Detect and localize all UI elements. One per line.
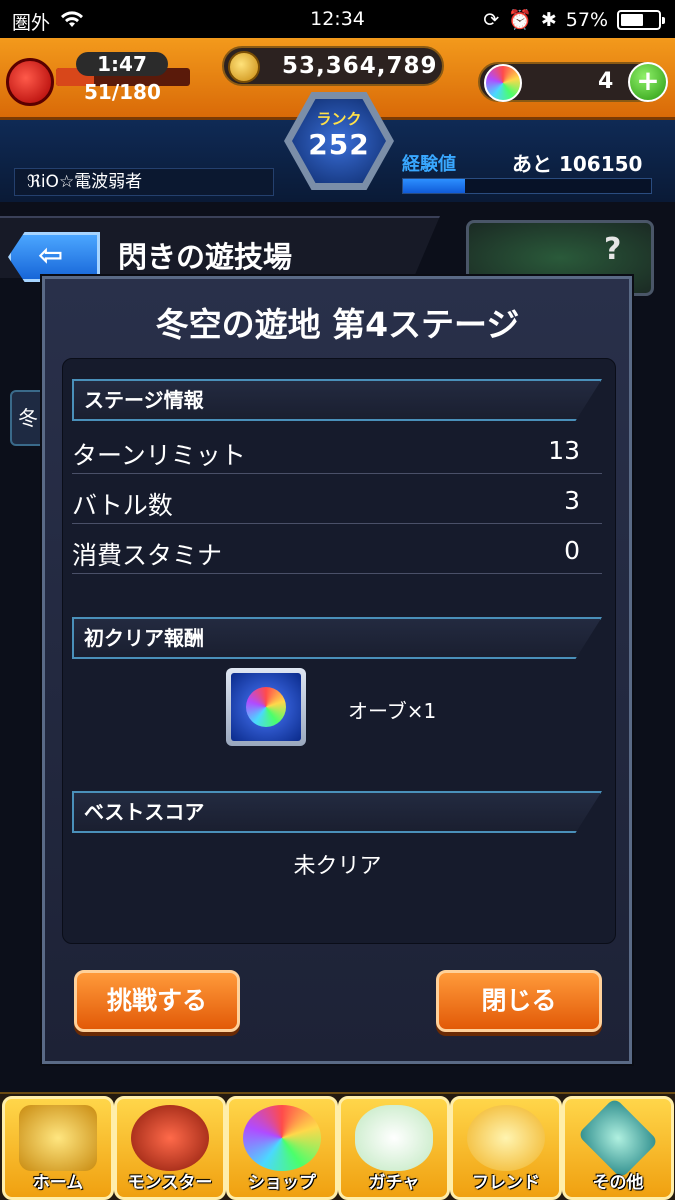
nav-label: ショップ	[248, 1173, 316, 1193]
info-row-turn-limit: ターンリミット 13	[72, 426, 602, 474]
gold-counter: 53,364,789	[222, 46, 444, 86]
nav-label: ホーム	[32, 1173, 84, 1193]
exp-bar	[402, 178, 652, 194]
section-title: 閃きの遊技場	[118, 240, 293, 274]
nav-monster[interactable]: モンスター	[114, 1096, 226, 1200]
shop-orb-icon	[243, 1105, 321, 1171]
battery-percent: 57%	[565, 8, 608, 31]
info-row-value: 13	[548, 436, 580, 465]
info-row-battles: バトル数 3	[72, 476, 602, 524]
info-row-label: 消費スタミナ	[72, 541, 223, 570]
gold-value: 53,364,789	[282, 53, 438, 79]
info-row-label: ターンリミット	[72, 441, 246, 470]
info-row-label: バトル数	[72, 491, 173, 520]
home-icon	[19, 1105, 97, 1171]
stage-info-header: ステージ情報	[72, 379, 602, 421]
nav-other[interactable]: その他	[562, 1096, 674, 1200]
bluetooth-icon: ✱	[540, 8, 557, 31]
orb-value: 4	[598, 69, 614, 94]
gacha-egg-icon	[355, 1105, 433, 1171]
rank-value: 252	[308, 128, 370, 161]
nav-label: モンスター	[127, 1173, 213, 1193]
rotation-lock-icon: ⟳	[483, 8, 500, 31]
nav-friend[interactable]: フレンド	[450, 1096, 562, 1200]
friend-icon	[467, 1105, 545, 1171]
best-score-value: 未クリア	[293, 854, 382, 879]
stamina-icon	[6, 58, 54, 106]
nav-label: ガチャ	[368, 1173, 420, 1193]
nav-label: その他	[592, 1173, 644, 1193]
back-arrow-icon: ⇦	[38, 238, 64, 273]
close-button[interactable]: 閉じる	[436, 970, 602, 1032]
nav-gacha[interactable]: ガチャ	[338, 1096, 450, 1200]
nav-home[interactable]: ホーム	[2, 1096, 114, 1200]
info-row-value: 0	[564, 536, 580, 565]
reward-text: オーブ×1	[348, 699, 437, 723]
nav-label: フレンド	[472, 1173, 540, 1193]
rank-label: ランク	[316, 110, 362, 128]
exp-remaining: あと 106150	[512, 152, 643, 176]
exp-fill	[403, 179, 465, 193]
orb-icon	[484, 64, 522, 102]
question-mark-icon: ?	[604, 232, 622, 267]
first-clear-reward-header: 初クリア報酬	[72, 617, 602, 659]
challenge-button[interactable]: 挑戦する	[74, 970, 240, 1032]
username: ℜiO☆電波弱者	[14, 168, 274, 196]
info-row-value: 3	[564, 486, 580, 515]
dialog-title: 冬空の遊地 第4ステージ	[155, 305, 520, 344]
side-tab[interactable]: 冬	[10, 390, 46, 446]
nav-shop[interactable]: ショップ	[226, 1096, 338, 1200]
exp-label: 経験値	[402, 154, 456, 175]
info-row-stamina-cost: 消費スタミナ 0	[72, 526, 602, 574]
rank-badge: ランク 252	[284, 92, 394, 190]
stamina-timer: 1:47	[76, 52, 168, 76]
monster-icon	[131, 1105, 209, 1171]
orb-reward-icon	[226, 668, 306, 746]
status-bar: 圏外 12:34 ⟳ ⏰ ✱ 57%	[0, 0, 675, 38]
stamina-gauge[interactable]: 1:47 51/180	[6, 52, 196, 108]
gold-coin-icon	[228, 51, 260, 83]
best-score-header: ベストスコア	[72, 791, 602, 833]
buy-orbs-button[interactable]: +	[628, 62, 668, 102]
stamina-value: 51/180	[84, 80, 161, 104]
other-icon	[577, 1097, 659, 1179]
battery-icon	[617, 9, 665, 30]
alarm-icon: ⏰	[508, 9, 532, 31]
